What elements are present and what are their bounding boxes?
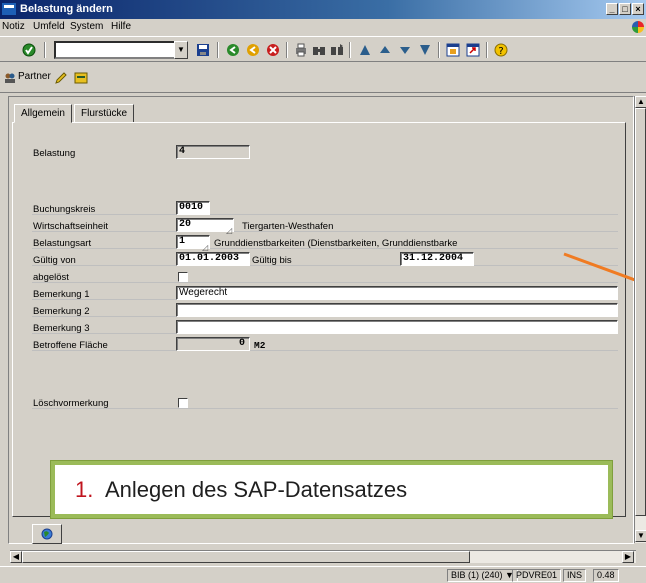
scroll-up-button[interactable]: ▲: [635, 96, 646, 108]
betroffene-flaeche-label: Betroffene Fläche: [33, 340, 108, 351]
wirtschaftseinheit-text: Tiergarten-Westhafen: [242, 221, 334, 232]
print-icon[interactable]: [294, 43, 308, 57]
toolbar-separator: [349, 42, 351, 58]
partner-button[interactable]: Partner: [18, 71, 51, 82]
prev-page-icon[interactable]: [378, 43, 392, 57]
sap-window-icon: [2, 3, 16, 15]
gueltig-von-field[interactable]: 01.01.2003: [176, 252, 250, 266]
svg-text:?: ?: [498, 46, 503, 57]
horizontal-scrollbar[interactable]: ◀ ▶: [10, 550, 636, 563]
status-time: 0.48: [593, 569, 619, 582]
belastungsart-text: Grunddienstbarkeiten (Dienstbarkeiten, G…: [214, 238, 458, 249]
menu-system[interactable]: System: [70, 21, 103, 32]
command-dropdown-button[interactable]: ▼: [174, 41, 188, 59]
divider: [32, 350, 618, 351]
application-toolbar: Partner: [0, 63, 646, 93]
callout-text: Anlegen des SAP-Datensatzes: [105, 477, 408, 502]
status-server: PDVRE01: [512, 569, 562, 582]
menu-umfeld[interactable]: Umfeld: [33, 21, 65, 32]
window-titlebar: Belastung ändern _ □ ×: [0, 0, 646, 19]
belastungsart-label: Belastungsart: [33, 238, 92, 249]
bemerkung2-field[interactable]: [176, 303, 618, 317]
horizontal-scroll-thumb[interactable]: [22, 551, 470, 563]
gueltig-bis-label: Gültig bis: [252, 255, 292, 266]
last-page-icon[interactable]: [418, 43, 432, 57]
bemerkung3-field[interactable]: [176, 320, 618, 334]
exit-icon[interactable]: [246, 43, 260, 57]
bemerkung1-label: Bemerkung 1: [33, 289, 90, 300]
shortcut-icon[interactable]: [466, 43, 480, 57]
abgeloest-checkbox[interactable]: [178, 272, 188, 282]
find-icon[interactable]: [312, 43, 326, 57]
command-field[interactable]: [54, 41, 178, 59]
sap-logo-icon: [632, 21, 644, 33]
save-icon[interactable]: [196, 43, 210, 57]
enter-icon[interactable]: [22, 43, 36, 57]
minimize-button[interactable]: _: [606, 3, 618, 15]
loeschvormerkung-checkbox[interactable]: [178, 398, 188, 408]
buchungskreis-label: Buchungskreis: [33, 204, 96, 215]
globe-icon: [41, 528, 53, 540]
menu-hilfe[interactable]: Hilfe: [111, 21, 131, 32]
toolbar-separator: [217, 42, 219, 58]
flaeche-unit: M2: [254, 340, 266, 351]
scroll-down-button[interactable]: ▼: [635, 530, 646, 542]
find-next-icon[interactable]: [330, 43, 344, 57]
tab-flurstuecke[interactable]: Flurstücke: [74, 104, 135, 123]
cancel-icon[interactable]: [266, 43, 280, 57]
toolbar-separator: [486, 42, 488, 58]
partner-icon: [5, 73, 15, 83]
standard-toolbar: ▼ ?: [0, 36, 646, 62]
edit-pencil-icon[interactable]: [54, 71, 68, 85]
belastung-label: Belastung: [33, 148, 76, 159]
command-input[interactable]: [56, 43, 176, 57]
globe-button[interactable]: [32, 524, 62, 544]
maximize-button[interactable]: □: [619, 3, 631, 15]
toolbar-separator: [44, 42, 46, 58]
toolbar-separator: [438, 42, 440, 58]
back-icon[interactable]: [226, 43, 240, 57]
tab-allgemein[interactable]: Allgemein: [14, 104, 72, 123]
scroll-left-button[interactable]: ◀: [10, 551, 22, 563]
gueltig-bis-field[interactable]: 31.12.2004: [400, 252, 474, 266]
next-page-icon[interactable]: [398, 43, 412, 57]
f4-help-icon[interactable]: ◿: [226, 226, 232, 235]
callout-number: 1.: [75, 477, 94, 502]
belastung-field: 4: [176, 145, 250, 159]
wirtschaftseinheit-label: Wirtschaftseinheit: [33, 221, 108, 232]
window-title: Belastung ändern: [20, 3, 113, 15]
bemerkung3-label: Bemerkung 3: [33, 323, 90, 334]
bemerkung2-label: Bemerkung 2: [33, 306, 90, 317]
annotation-callout: 1. Anlegen des SAP-Datensatzes: [51, 461, 612, 518]
gueltig-von-label: Gültig von: [33, 255, 76, 266]
toolbar-separator: [286, 42, 288, 58]
status-mode[interactable]: INS: [563, 569, 587, 582]
vertical-scroll-thumb[interactable]: [635, 108, 646, 516]
loeschvormerkung-label: Löschvormerkung: [33, 398, 109, 409]
help-icon[interactable]: ?: [494, 43, 508, 57]
abgeloest-label: abgelöst: [33, 272, 69, 283]
f4-help-icon[interactable]: ◿: [202, 243, 208, 252]
new-session-icon[interactable]: [446, 43, 460, 57]
divider: [32, 265, 618, 266]
status-bar: BIB (1) (240) ▼ PDVRE01 INS 0.48: [0, 566, 646, 583]
divider: [32, 282, 618, 283]
status-system[interactable]: BIB (1) (240) ▼: [447, 569, 518, 582]
scroll-right-button[interactable]: ▶: [622, 551, 634, 563]
vertical-scrollbar[interactable]: ▲ ▼: [634, 96, 646, 543]
first-page-icon[interactable]: [358, 43, 372, 57]
betroffene-flaeche-field: 0: [176, 337, 250, 351]
divider: [32, 214, 618, 215]
overview-icon[interactable]: [74, 71, 88, 85]
divider: [32, 408, 618, 409]
menubar: Notiz Umfeld System Hilfe: [0, 19, 646, 35]
menu-notiz[interactable]: Notiz: [2, 21, 25, 32]
bemerkung1-field[interactable]: Wegerecht: [176, 286, 618, 300]
buchungskreis-field[interactable]: 0010: [176, 201, 210, 215]
close-button[interactable]: ×: [632, 3, 644, 15]
